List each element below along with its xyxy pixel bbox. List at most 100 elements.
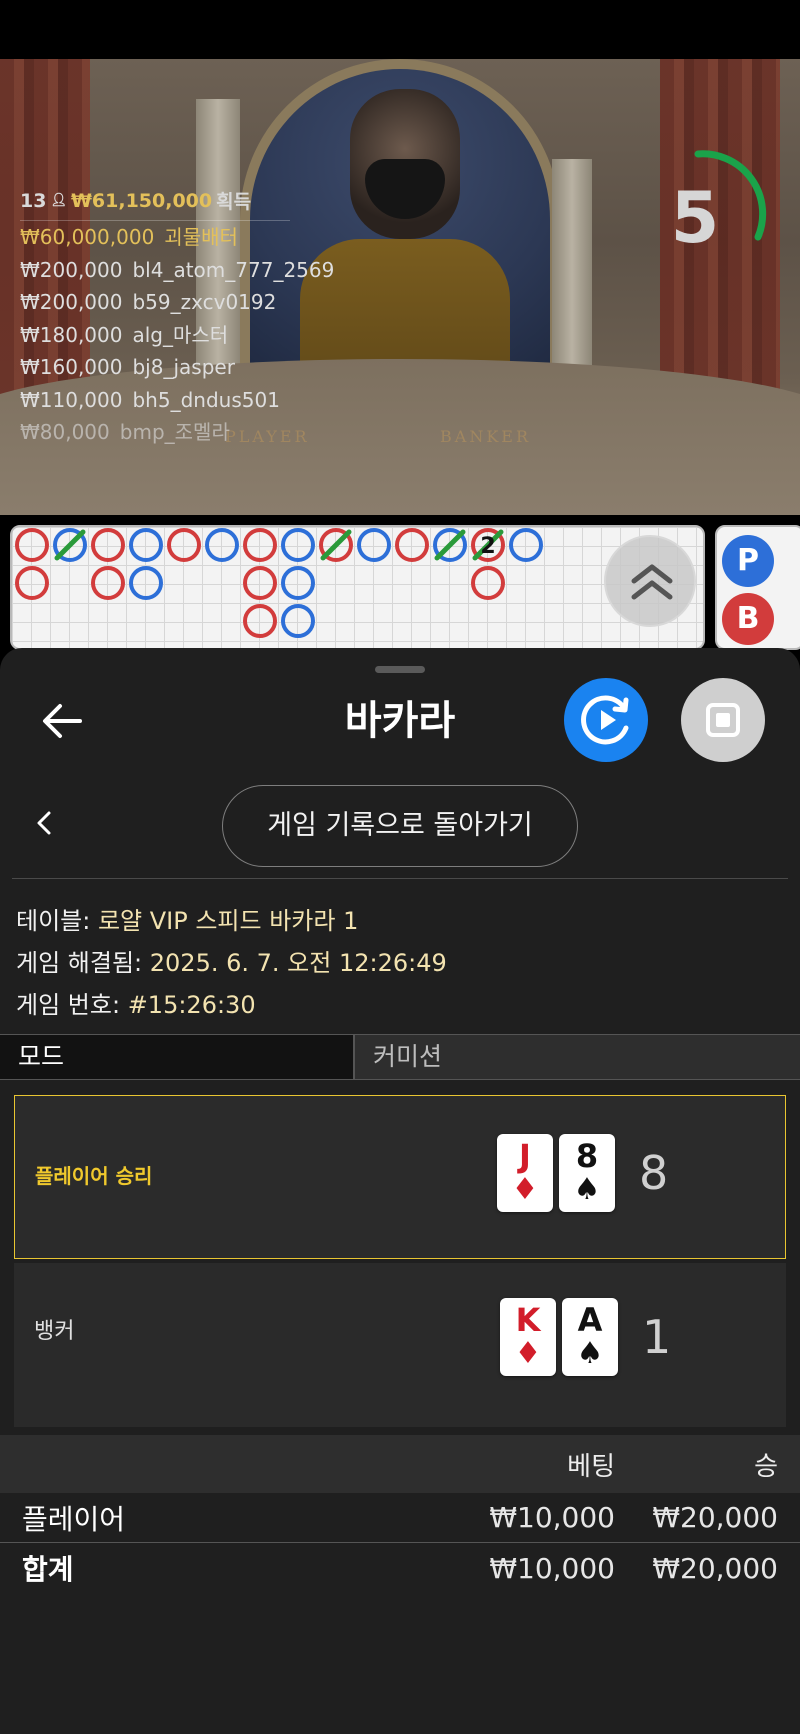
winner-name: bh5_dndus501 (132, 387, 280, 412)
banker-card-1: K ♦ (500, 1298, 556, 1376)
road-marker-number: 2 (480, 534, 495, 559)
row-bet: ₩10,000 (489, 1551, 615, 1585)
player-bead (281, 528, 315, 562)
replay-icon (581, 695, 629, 745)
sheet-grabber[interactable] (375, 666, 425, 673)
row-label: 플레이어 (22, 1502, 126, 1536)
winners-header: 13 👤︎ ₩61,150,000 획득 (20, 187, 290, 221)
winner-amount: ₩110,000 (20, 387, 123, 412)
player-card-1: J ♦ (497, 1134, 553, 1212)
player-bead (129, 528, 163, 562)
winner-name: bmp_조멜라 (119, 420, 230, 444)
player-bead (129, 566, 163, 600)
player-result: 플레이어 승리 J ♦ 8 ♠ 8 (14, 1095, 786, 1259)
resolved-label: 게임 해결됨: (16, 949, 143, 977)
resolved-info: 게임 해결됨: 2025. 6. 7. 오전 12:26:49 (16, 942, 447, 984)
banker-predict-button[interactable]: B (722, 593, 774, 645)
tie-slash (434, 529, 466, 561)
banker-bead (471, 566, 505, 600)
table-row: 플레이어 ₩10,000 ₩20,000 (0, 1493, 800, 1543)
total-row: 합계 ₩10,000 ₩20,000 (0, 1543, 800, 1593)
sheet-title: 바카라 (344, 698, 456, 744)
row-bet: ₩10,000 (489, 1501, 615, 1534)
win-column-header: 승 (754, 1451, 778, 1482)
stop-icon (706, 703, 740, 737)
double-chevron-up-icon (631, 564, 673, 600)
banker-bead (15, 566, 49, 600)
player-bead (205, 528, 239, 562)
winner-amount: ₩200,000 (20, 257, 123, 282)
game-number-label: 게임 번호: (16, 991, 121, 1019)
banker-card-2: A ♠ (562, 1298, 618, 1376)
table-label: 테이블: (16, 907, 91, 935)
tab-commission[interactable]: 커미션 (355, 1035, 800, 1079)
expand-road-button[interactable] (604, 535, 696, 627)
banker-bead (243, 566, 277, 600)
player-card-2: 8 ♠ (559, 1134, 615, 1212)
winner-row: ₩60,000,000 괴물배터 (20, 221, 340, 254)
road-side-panel: P B (715, 525, 800, 650)
winners-count: 13 (20, 189, 47, 212)
bet-column-header: 베팅 (567, 1451, 615, 1482)
player-bead (281, 566, 315, 600)
resolved-value: 2025. 6. 7. 오전 12:26:49 (149, 949, 447, 977)
winner-row: ₩200,000 bl4_atom_777_2569 (20, 254, 340, 287)
winner-row: ₩160,000 bj8_jasper (20, 351, 340, 384)
game-number-info: 게임 번호: #15:26:30 (16, 984, 447, 1026)
banker-bead (243, 604, 277, 638)
winner-row: ₩80,000 bmp_조멜라 (20, 416, 340, 449)
winner-row: ₩110,000 bh5_dndus501 (20, 384, 340, 417)
winners-suffix: 획득 (216, 191, 252, 213)
stop-video-button[interactable] (681, 678, 765, 762)
tab-mode[interactable]: 모드 (0, 1035, 355, 1079)
banker-result: 뱅커 K ♦ A ♠ 1 (14, 1263, 786, 1427)
winner-amount: ₩60,000,000 (20, 225, 155, 249)
countdown-number: 5 (670, 177, 720, 259)
person-icon: 👤︎ (50, 193, 67, 208)
bet-totals-table: 베팅 승 플레이어 ₩10,000 ₩20,000 합계 ₩10,000 ₩20… (0, 1435, 800, 1593)
winner-name: bj8_jasper (132, 355, 235, 379)
winner-name: 괴물배터 (164, 225, 238, 249)
winner-row: ₩180,000 alg_마스터 (20, 319, 340, 352)
banker-bead (91, 528, 125, 562)
banker-score: 1 (642, 1310, 672, 1364)
replay-button[interactable] (564, 678, 648, 762)
divider (12, 878, 788, 879)
player-bead (281, 604, 315, 638)
tabs: 모드 커미션 (0, 1034, 800, 1080)
game-info: 테이블: 로얄 VIP 스피드 바카라 1 게임 해결됨: 2025. 6. 7… (16, 900, 447, 1026)
winner-amount: ₩180,000 (20, 322, 123, 347)
live-video: PLAYER BANKER 13 👤︎ ₩61,150,000 획득 ₩60,0… (0, 59, 800, 515)
totals-header: 베팅 승 (0, 1435, 800, 1493)
winner-amount: ₩200,000 (20, 290, 123, 314)
game-number-value: #15:26:30 (127, 991, 256, 1019)
banker-bead (15, 528, 49, 562)
winner-row: ₩200,000 b59_zxcv0192 (20, 286, 340, 319)
back-to-history-button[interactable]: 게임 기록으로 돌아가기 (222, 785, 578, 867)
player-predict-button[interactable]: P (722, 535, 774, 587)
tie-slash (320, 529, 352, 561)
banker-bead (91, 566, 125, 600)
banker-bead (243, 528, 277, 562)
tie-slash (54, 529, 86, 561)
banker-result-label: 뱅커 (34, 1319, 75, 1344)
winner-amount: ₩80,000 (20, 420, 110, 444)
row-label: 합계 (22, 1553, 74, 1586)
road-marks: 2 (15, 528, 543, 638)
table-info: 테이블: 로얄 VIP 스피드 바카라 1 (16, 900, 447, 942)
winner-name: bl4_atom_777_2569 (132, 257, 335, 282)
player-result-label: 플레이어 승리 (35, 1164, 153, 1188)
winner-amount: ₩160,000 (20, 355, 123, 379)
row-win: ₩20,000 (652, 1551, 778, 1585)
felt-banker-label: BANKER (440, 427, 531, 446)
bead-road[interactable]: 2 (10, 525, 705, 650)
row-win: ₩20,000 (652, 1501, 778, 1534)
winners-list: 13 👤︎ ₩61,150,000 획득 ₩60,000,000 괴물배터 ₩200… (20, 187, 340, 449)
player-score: 8 (639, 1146, 669, 1200)
table-value: 로얄 VIP 스피드 바카라 1 (97, 907, 359, 935)
banker-bead (167, 528, 201, 562)
chevron-left-icon[interactable] (30, 808, 60, 838)
banker-bead (395, 528, 429, 562)
status-bar (0, 0, 800, 59)
winner-name: alg_마스터 (132, 322, 229, 347)
